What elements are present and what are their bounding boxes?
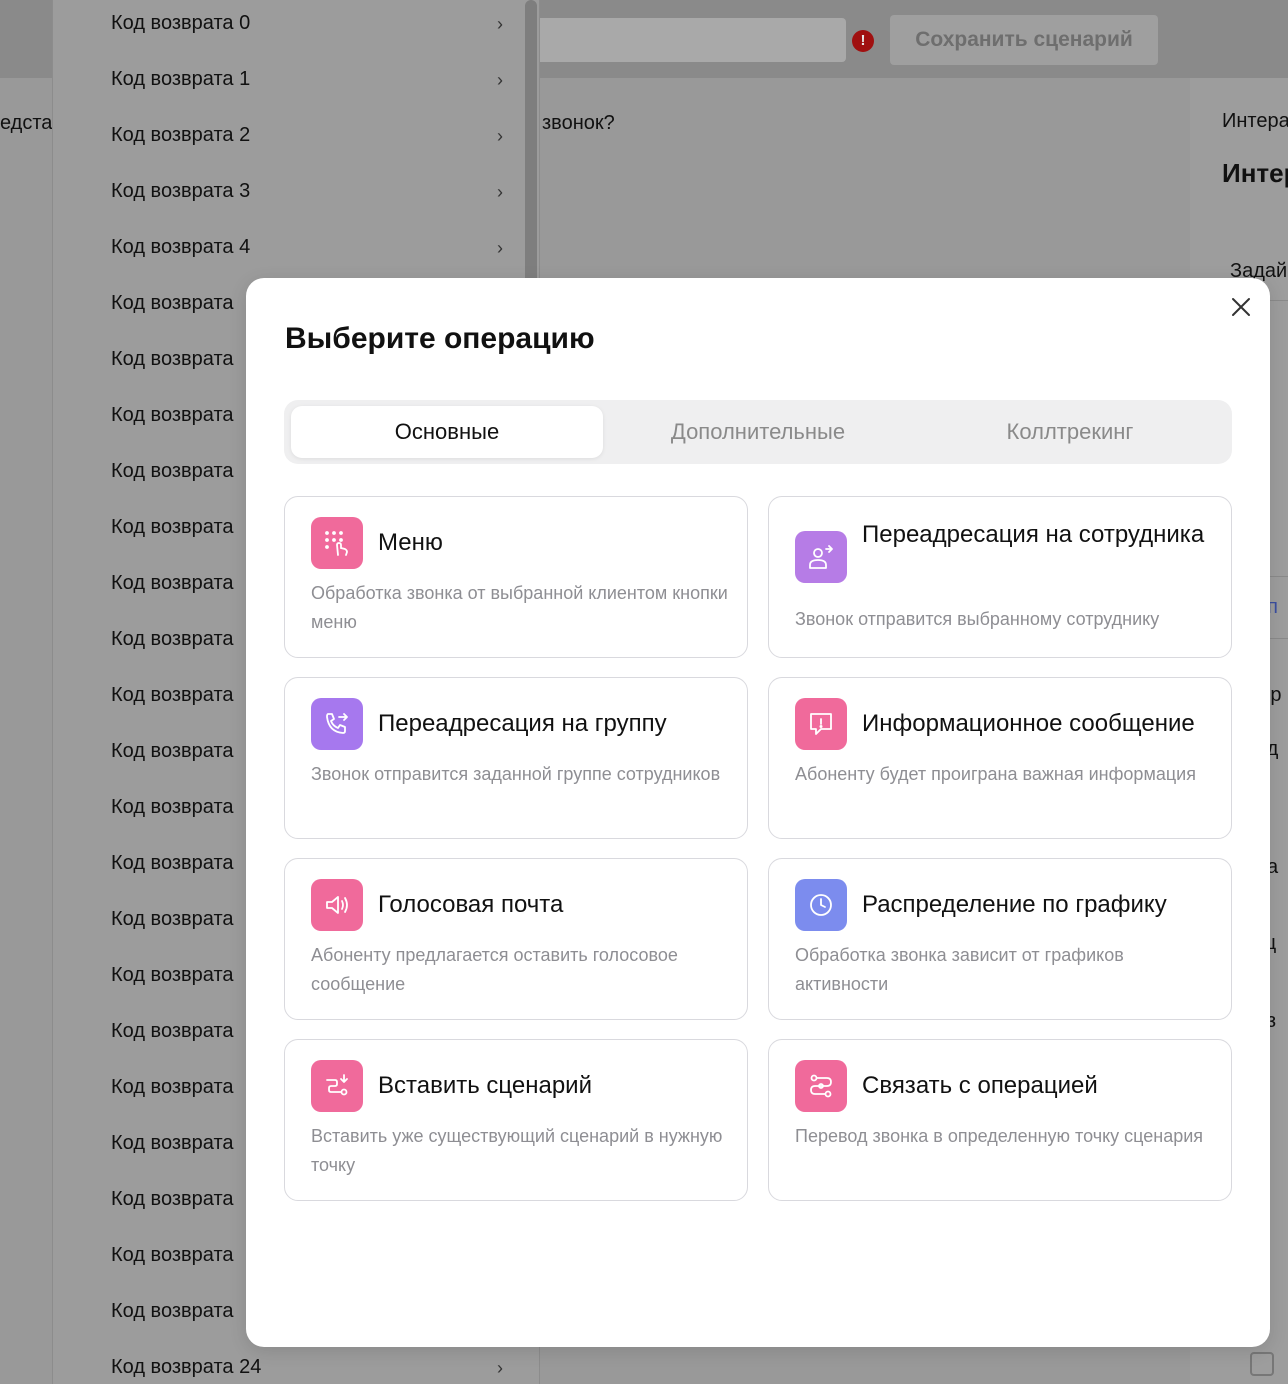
- chevron-right-icon: ›: [497, 1358, 503, 1378]
- card-description: Перевод звонка в определенную точку сцен…: [795, 1126, 1204, 1146]
- card-description: Абоненту предлагается оставить голосовое…: [311, 945, 678, 994]
- card-title: Информационное сообщение: [862, 710, 1195, 737]
- chevron-right-icon: ›: [497, 126, 503, 146]
- left-partial-text: едста: [0, 112, 53, 134]
- select-operation-modal: Выберите операцию Основные Дополнительны…: [246, 278, 1270, 1347]
- dropdown-item[interactable]: Код возврата 1: [111, 68, 250, 91]
- tab-calltracking[interactable]: Коллтрекинг: [914, 406, 1226, 458]
- card-title: Вставить сценарий: [378, 1072, 592, 1099]
- dropdown-item[interactable]: Код возврата: [111, 740, 234, 763]
- modal-title: Выберите операцию: [285, 322, 595, 355]
- operation-card-voicemail[interactable]: Голосовая почта Абоненту предлагается ос…: [284, 858, 748, 1020]
- question-text: звонок?: [542, 112, 615, 134]
- operation-card-forward-group[interactable]: Переадресация на группу Звонок отправитс…: [284, 677, 748, 839]
- clock-icon: [795, 879, 847, 931]
- dropdown-item[interactable]: Код возврата: [111, 852, 234, 875]
- dropdown-item[interactable]: Код возврата: [111, 1076, 234, 1099]
- card-description: Обработка звонка зависит от графиков акт…: [795, 945, 1124, 994]
- checkbox[interactable]: [1250, 1352, 1274, 1376]
- dropdown-item[interactable]: Код возврата: [111, 348, 234, 371]
- dropdown-item[interactable]: Код возврата 0: [111, 12, 250, 35]
- link-flow-icon: [795, 1060, 847, 1112]
- speaker-icon: [311, 879, 363, 931]
- user-forward-icon: [795, 531, 847, 583]
- dropdown-item[interactable]: Код возврата: [111, 964, 234, 987]
- dropdown-item[interactable]: Код возврата: [111, 796, 234, 819]
- operation-card-insert-scenario[interactable]: Вставить сценарий Вставить уже существую…: [284, 1039, 748, 1201]
- operation-card-menu[interactable]: Меню Обработка звонка от выбранной клиен…: [284, 496, 748, 658]
- card-description: Вставить уже существующий сценарий в нуж…: [311, 1126, 723, 1175]
- card-title: Переадресация на группу: [378, 710, 667, 737]
- operation-card-forward-employee[interactable]: Переадресация на сотрудника Звонок отпра…: [768, 496, 1232, 658]
- save-scenario-button[interactable]: Сохранить сценарий: [890, 15, 1158, 65]
- dropdown-item[interactable]: Код возврата: [111, 1188, 234, 1211]
- dropdown-item[interactable]: Код возврата: [111, 292, 234, 315]
- card-description: Звонок отправится выбранному сотруднику: [795, 609, 1160, 629]
- right-panel-title: Интер: [1222, 158, 1288, 188]
- chevron-right-icon: ›: [497, 14, 503, 34]
- card-title: Связать с операцией: [862, 1072, 1098, 1099]
- dropdown-item[interactable]: Код возврата: [111, 1244, 234, 1267]
- chevron-right-icon: ›: [497, 70, 503, 90]
- dropdown-item[interactable]: Код возврата: [111, 1020, 234, 1043]
- card-title: Меню: [378, 529, 443, 556]
- dropdown-item[interactable]: Код возврата: [111, 1300, 234, 1323]
- card-title: Голосовая почта: [378, 891, 564, 918]
- info-message-icon: [795, 698, 847, 750]
- card-description: Абоненту будет проиграна важная информац…: [795, 764, 1196, 784]
- error-icon: !: [852, 30, 874, 52]
- tab-additional[interactable]: Дополнительные: [602, 406, 914, 458]
- phone-forward-icon: [311, 698, 363, 750]
- dropdown-item[interactable]: Код возврата: [111, 572, 234, 595]
- operation-card-link-operation[interactable]: Связать с операцией Перевод звонка в опр…: [768, 1039, 1232, 1201]
- insert-flow-icon: [311, 1060, 363, 1112]
- card-title: Переадресация на сотрудника: [862, 521, 1205, 548]
- right-panel-crumb: Интера: [1222, 110, 1288, 132]
- card-description: Звонок отправится заданной группе сотруд…: [311, 764, 721, 784]
- operation-card-schedule[interactable]: Распределение по графику Обработка звонк…: [768, 858, 1232, 1020]
- dropdown-item[interactable]: Код возврата 3: [111, 180, 250, 203]
- operation-tabs: Основные Дополнительные Коллтрекинг: [284, 400, 1232, 464]
- chevron-right-icon: ›: [497, 238, 503, 258]
- chevron-right-icon: ›: [497, 182, 503, 202]
- card-description: Обработка звонка от выбранной клиентом к…: [311, 583, 728, 632]
- dropdown-item[interactable]: Код возврата 2: [111, 124, 250, 147]
- dropdown-item[interactable]: Код возврата: [111, 684, 234, 707]
- scrollbar-thumb[interactable]: [525, 0, 537, 300]
- dropdown-item[interactable]: Код возврата: [111, 404, 234, 427]
- operation-card-info-message[interactable]: Информационное сообщение Абоненту будет …: [768, 677, 1232, 839]
- keypad-icon: [311, 517, 363, 569]
- scenario-name-input[interactable]: [536, 18, 846, 62]
- card-title: Распределение по графику: [862, 891, 1167, 918]
- tab-basic[interactable]: Основные: [291, 406, 603, 458]
- dropdown-item[interactable]: Код возврата: [111, 460, 234, 483]
- dropdown-item[interactable]: Код возврата: [111, 516, 234, 539]
- close-icon[interactable]: [1228, 294, 1254, 320]
- dropdown-item[interactable]: Код возврата 24: [111, 1356, 261, 1379]
- dropdown-item[interactable]: Код возврата 4: [111, 236, 250, 259]
- dropdown-item[interactable]: Код возврата: [111, 1132, 234, 1155]
- dropdown-item[interactable]: Код возврата: [111, 908, 234, 931]
- dropdown-item[interactable]: Код возврата: [111, 628, 234, 651]
